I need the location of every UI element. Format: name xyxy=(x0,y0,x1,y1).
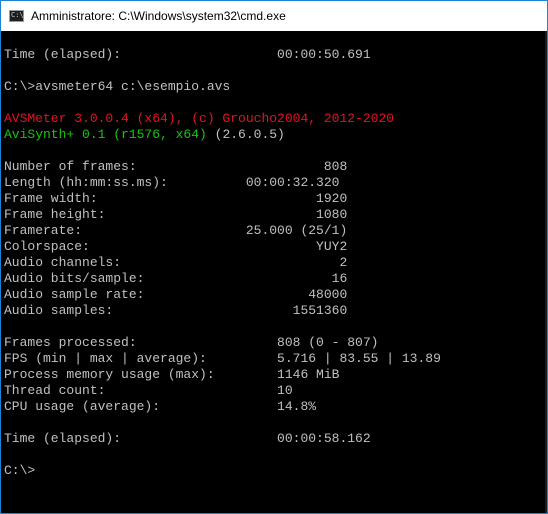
console-line: Colorspace: YUY2 xyxy=(4,239,348,254)
console-line: Length (hh:mm:ss.ms): 00:00:32.320 xyxy=(4,175,340,190)
cmd-icon-glyph: C:\ xyxy=(11,11,24,19)
console-line: C:\>avsmeter64 c:\esempio.avs xyxy=(4,79,231,94)
title-bar[interactable]: C:\ Amministratore: C:\Windows\system32\… xyxy=(1,1,547,31)
console-line: FPS (min | max | average): 5.716 | 83.55… xyxy=(4,351,441,366)
console-line: Process memory usage (max): 1146 MiB xyxy=(4,367,340,382)
console-line: Number of frames: 808 xyxy=(4,159,348,174)
console-line: Frame width: 1920 xyxy=(4,191,348,206)
console-line: Audio bits/sample: 16 xyxy=(4,271,348,286)
console-line: Frame height: 1080 xyxy=(4,207,348,222)
console-output[interactable]: Time (elapsed): 00:00:50.691 C:\>avsmete… xyxy=(1,31,547,513)
console-line: Audio samples: 1551360 xyxy=(4,303,348,318)
console-line: Audio sample rate: 48000 xyxy=(4,287,348,302)
console-line-avisynth-version: AviSynth+ 0.1 (r1576, x64) (2.6.0.5) xyxy=(4,127,285,143)
cmd-icon[interactable]: C:\ xyxy=(9,10,24,22)
avisynth-version-suffix: (2.6.0.5) xyxy=(206,127,285,142)
console-line: Thread count: 10 xyxy=(4,383,293,398)
console-scrollbar[interactable] xyxy=(545,31,547,513)
console-line: Audio channels: 2 xyxy=(4,255,348,270)
console-line: Framerate: 25.000 (25/1) xyxy=(4,223,348,238)
console-line: Time (elapsed): 00:00:50.691 xyxy=(4,47,371,62)
console-prompt[interactable]: C:\> xyxy=(4,463,35,479)
window-title: Amministratore: C:\Windows\system32\cmd.… xyxy=(31,9,286,23)
console-line-avsmeter-banner: AVSMeter 3.0.0.4 (x64), (c) Groucho2004,… xyxy=(4,111,395,126)
console-line: Frames processed: 808 (0 - 807) xyxy=(4,335,379,350)
console-line: Time (elapsed): 00:00:58.162 xyxy=(4,431,371,446)
console-line: CPU usage (average): 14.8% xyxy=(4,399,317,414)
avisynth-version-text: AviSynth+ 0.1 (r1576, x64) xyxy=(4,127,207,142)
cmd-window: C:\ Amministratore: C:\Windows\system32\… xyxy=(0,0,548,514)
